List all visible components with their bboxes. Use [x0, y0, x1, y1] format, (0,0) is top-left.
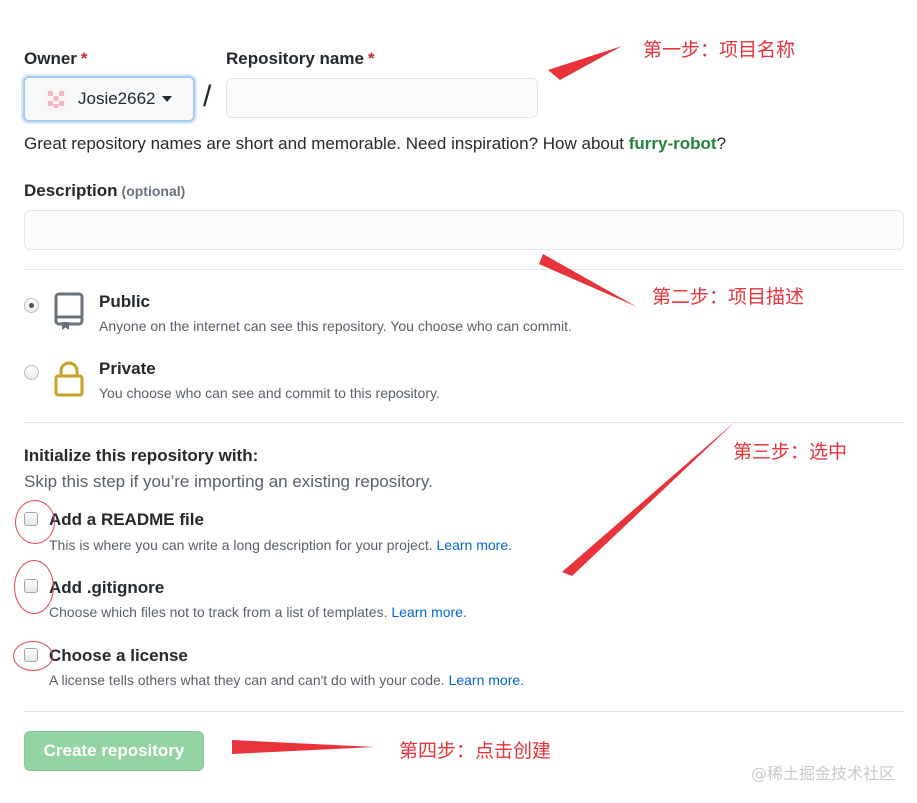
annotation-step1: 第一步：项目名称 [643, 39, 796, 61]
watermark: @稀土掘金技术社区 [750, 764, 895, 783]
annotation-circle [13, 641, 53, 671]
create-repository-button[interactable]: Create repository [24, 731, 204, 771]
divider [24, 269, 904, 270]
annotation-circle [15, 500, 55, 544]
owner-label: Owner * [24, 49, 88, 69]
repo-name-label: Repository name * [226, 49, 375, 69]
private-radio[interactable] [24, 365, 39, 380]
repo-name-required-mark: * [367, 49, 375, 68]
license-note: A license tells others what they can and… [49, 672, 524, 688]
readme-title: Add a README file [49, 510, 204, 529]
readme-learn-more-link[interactable]: Learn more. [437, 537, 512, 553]
visibility-private-title: Private [99, 359, 156, 378]
hint-suffix: ? [716, 134, 727, 153]
visibility-private-note: You choose who can see and commit to thi… [99, 385, 440, 401]
caret-down-icon [161, 96, 172, 102]
suggested-name-link[interactable]: furry-robot [629, 134, 717, 153]
owner-name: Josie2662 [78, 89, 156, 108]
arrow-step4 [232, 740, 375, 754]
visibility-public-note: Anyone on the internet can see this repo… [99, 318, 572, 334]
identicon-avatar-icon [45, 88, 67, 110]
hint-prefix: Great repository names are short and mem… [24, 134, 629, 153]
gitignore-title: Add .gitignore [49, 578, 165, 597]
readme-note: This is where you can write a long descr… [49, 537, 512, 553]
description-optional-tag: (optional) [121, 183, 186, 199]
arrow-step1 [548, 46, 622, 80]
arrow-step3 [562, 420, 737, 576]
license-learn-more-link[interactable]: Learn more. [449, 672, 524, 688]
visibility-public-title: Public [99, 292, 151, 311]
description-label-text: Description [24, 181, 118, 200]
gitignore-note: Choose which files not to track from a l… [49, 604, 467, 620]
readme-note-text: This is where you can write a long descr… [49, 537, 433, 553]
annotation-step2: 第二步：项目描述 [652, 286, 805, 308]
owner-select[interactable]: Josie2662 [23, 76, 195, 122]
owner-label-text: Owner [24, 49, 77, 68]
gitignore-note-text: Choose which files not to track from a l… [49, 604, 388, 620]
owner-required-mark: * [80, 49, 88, 68]
annotation-step4: 第四步：点击创建 [399, 740, 552, 762]
annotation-step3: 第三步：选中 [733, 441, 848, 463]
public-radio[interactable] [24, 298, 39, 313]
owner-repo-separator: / [203, 80, 212, 113]
name-hint: Great repository names are short and mem… [24, 134, 726, 154]
description-input[interactable] [24, 210, 904, 250]
initialize-title: Initialize this repository with: [24, 446, 259, 465]
initialize-subtitle: Skip this step if you’re importing an ex… [24, 472, 433, 491]
annotation-circle [14, 560, 54, 614]
repository-name-input[interactable] [226, 78, 538, 118]
license-title: Choose a license [49, 646, 188, 665]
divider [24, 422, 904, 423]
lock-icon [54, 361, 84, 397]
repo-name-label-text: Repository name [226, 49, 364, 68]
description-label: Description (optional) [24, 181, 185, 201]
repo-book-icon [54, 292, 84, 330]
divider [24, 711, 904, 712]
license-note-text: A license tells others what they can and… [49, 672, 445, 688]
arrow-step2 [539, 254, 637, 307]
gitignore-learn-more-link[interactable]: Learn more. [391, 604, 466, 620]
